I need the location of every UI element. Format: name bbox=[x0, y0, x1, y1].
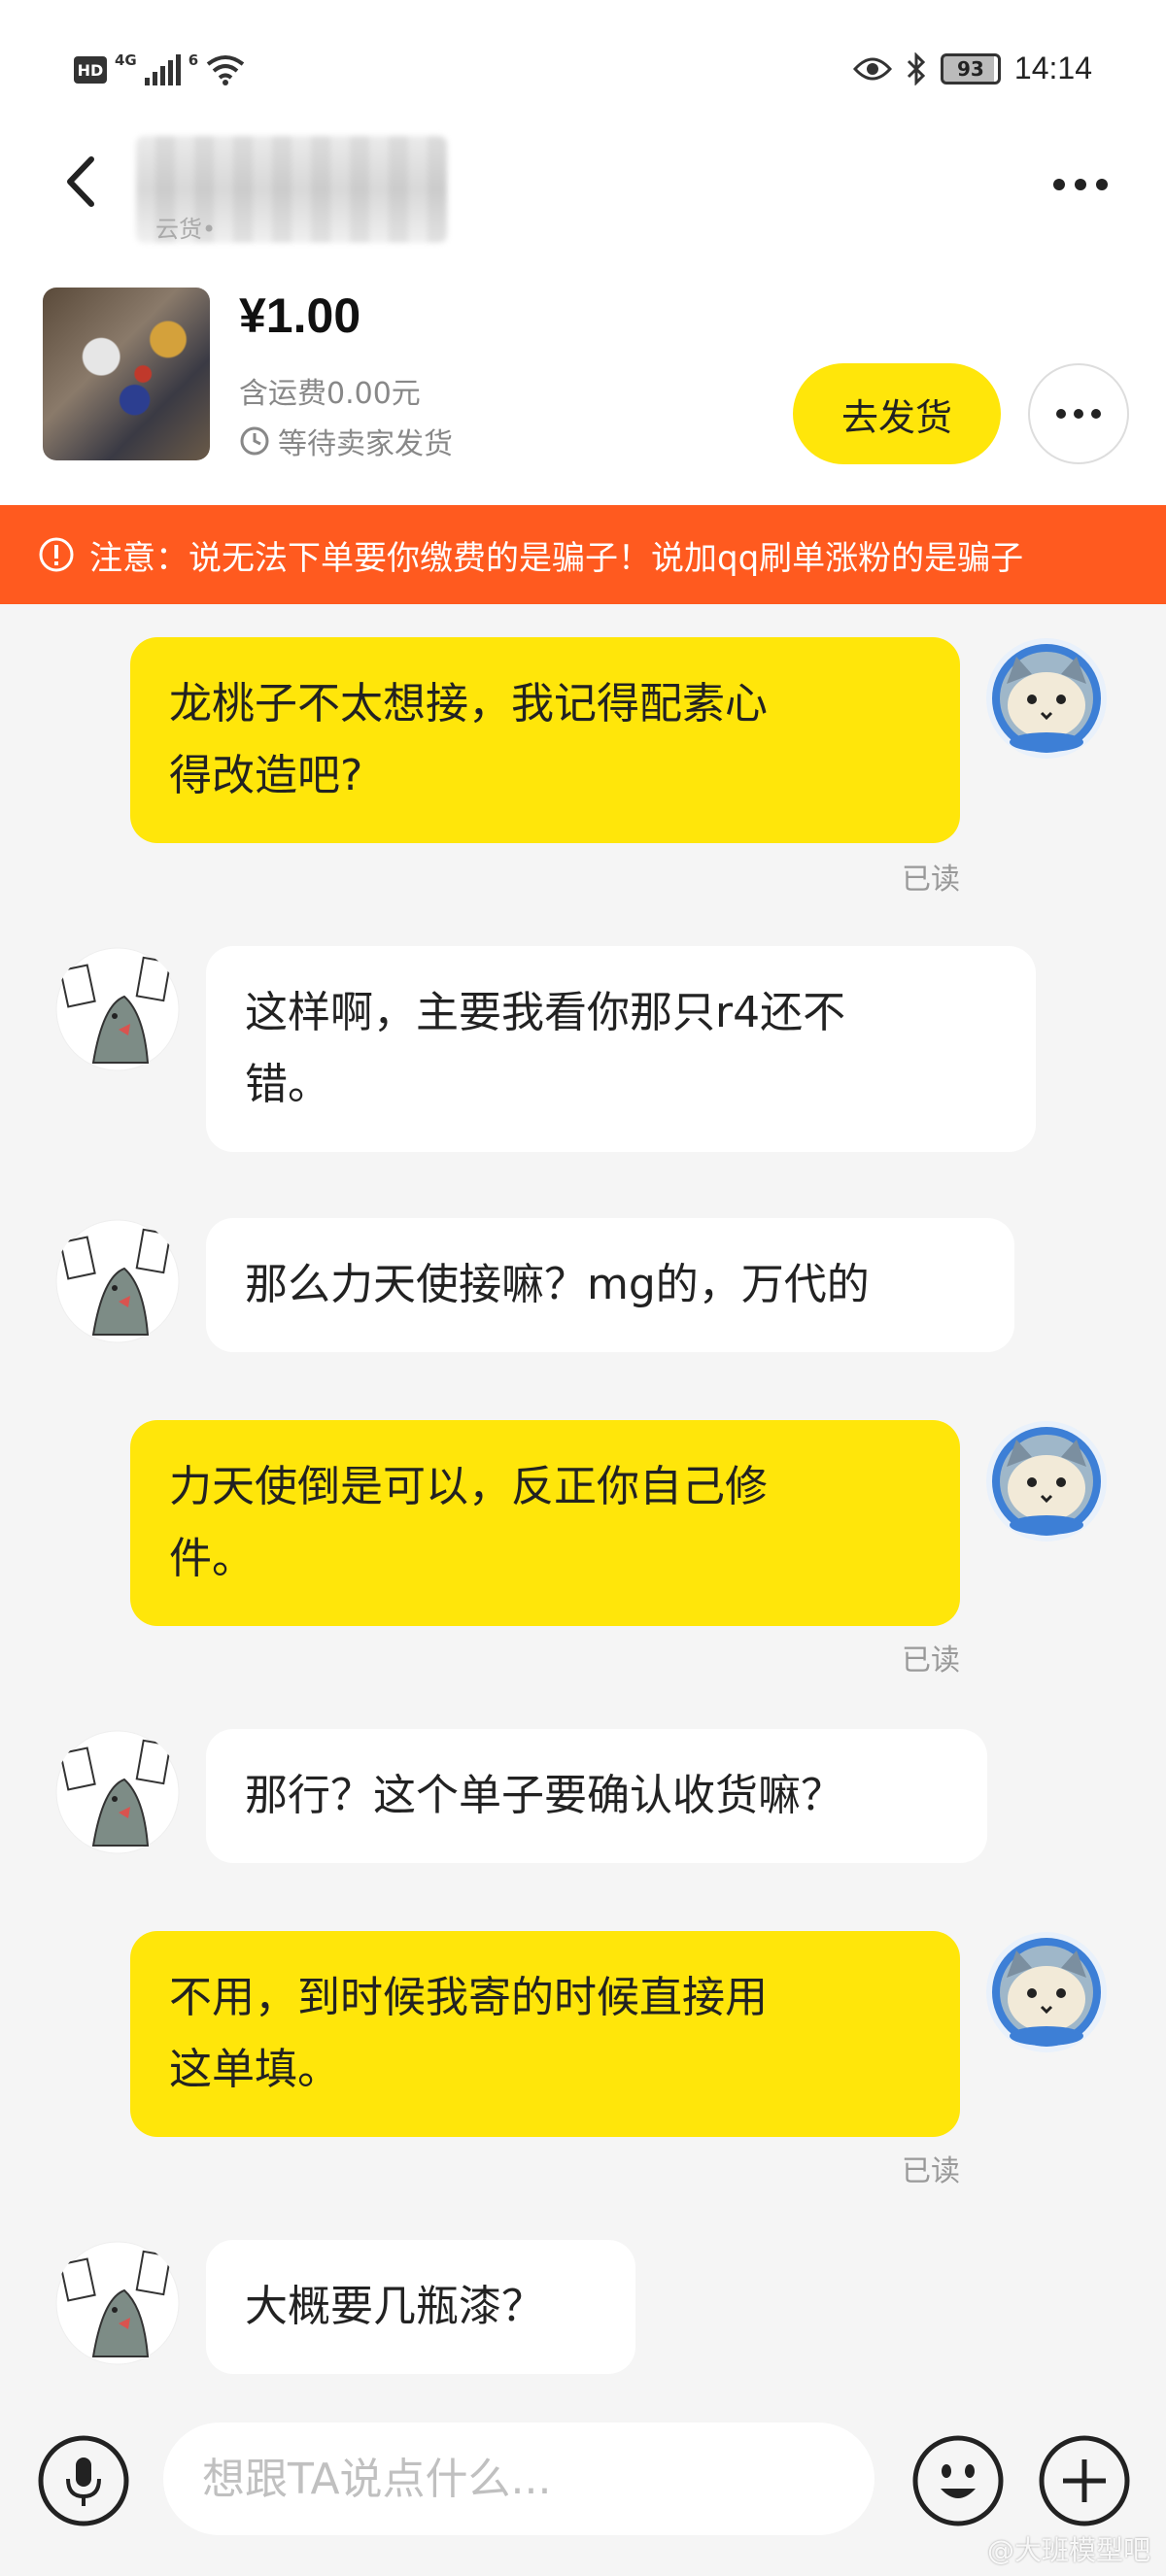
clock-time: 14:14 bbox=[1013, 51, 1092, 85]
warning-text: 注意：说无法下单要你缴费的是骗子！说加qq刷单涨粉的是骗子 bbox=[89, 538, 1024, 578]
shark-avatar-icon bbox=[55, 2241, 180, 2365]
more-horizontal-icon bbox=[1056, 409, 1066, 419]
plus-icon[interactable] bbox=[1038, 2434, 1131, 2527]
fraud-warning-banner[interactable]: 注意：说无法下单要你缴费的是骗子！说加qq刷单涨粉的是骗子 bbox=[0, 505, 1166, 604]
shark-avatar-icon bbox=[55, 1219, 180, 1343]
cat-avatar-icon bbox=[986, 638, 1107, 759]
product-price: ¥1.00 bbox=[239, 288, 361, 343]
incoming-message-bubble[interactable]: 大概要几瓶漆？ bbox=[206, 2240, 635, 2374]
chevron-left-icon[interactable] bbox=[54, 148, 113, 216]
read-receipt: 已读 bbox=[902, 2154, 960, 2188]
eye-icon bbox=[852, 57, 892, 80]
cat-avatar-icon bbox=[986, 1421, 1107, 1542]
my-avatar[interactable] bbox=[983, 635, 1110, 762]
contact-avatar[interactable] bbox=[54, 2240, 181, 2366]
status-left: HD 4G 6 bbox=[74, 51, 245, 85]
chat-header: 云货• ¥1.00 含运费0.00元 等待卖家发货 去发货 bbox=[0, 136, 1166, 505]
ship-button[interactable]: 去发货 bbox=[793, 363, 1001, 464]
hd-badge: HD bbox=[74, 56, 107, 84]
contact-avatar[interactable] bbox=[54, 1729, 181, 1855]
watermark: @大班模型吧 bbox=[986, 2534, 1150, 2566]
shark-avatar-icon bbox=[55, 947, 180, 1071]
read-receipt: 已读 bbox=[902, 1644, 960, 1678]
outgoing-message-bubble[interactable]: 不用，到时候我寄的时候直接用 这单填。 bbox=[130, 1931, 960, 2137]
message-input-bar: @大班模型吧 bbox=[0, 2397, 1166, 2576]
incoming-message-bubble[interactable]: 这样啊，主要我看你那只r4还不 错。 bbox=[206, 946, 1036, 1152]
outgoing-message-bubble[interactable]: 龙桃子不太想接，我记得配素心 得改造吧? bbox=[130, 637, 960, 843]
battery-indicator: 93 bbox=[940, 52, 1001, 85]
more-horizontal-icon bbox=[1053, 179, 1065, 190]
alert-circle-icon bbox=[39, 537, 74, 572]
network-label: 4G bbox=[115, 51, 137, 69]
microphone-icon[interactable] bbox=[37, 2434, 130, 2527]
contact-avatar[interactable] bbox=[54, 1218, 181, 1344]
incoming-message-bubble[interactable]: 那行？这个单子要确认收货嘛？ bbox=[206, 1729, 987, 1863]
contact-subtitle: 云货• bbox=[155, 216, 217, 243]
cat-avatar-icon bbox=[986, 1932, 1107, 2052]
signal-icon bbox=[144, 54, 181, 85]
status-bar: HD 4G 6 93 14:14 bbox=[0, 0, 1166, 136]
shipping-fee: 含运费0.00元 bbox=[239, 377, 421, 411]
contact-avatar[interactable] bbox=[54, 946, 181, 1072]
my-avatar[interactable] bbox=[983, 1929, 1110, 2055]
read-receipt: 已读 bbox=[902, 863, 960, 897]
my-avatar[interactable] bbox=[983, 1418, 1110, 1544]
product-more-button[interactable] bbox=[1028, 363, 1129, 464]
clock-icon bbox=[240, 426, 269, 456]
wifi-icon bbox=[206, 55, 245, 85]
order-status: 等待卖家发货 bbox=[239, 420, 453, 462]
outgoing-message-bubble[interactable]: 力天使倒是可以，反正你自己修 件。 bbox=[130, 1420, 960, 1626]
wifi-version-label: 6 bbox=[188, 51, 199, 69]
more-options-button[interactable] bbox=[1042, 155, 1119, 214]
shark-avatar-icon bbox=[55, 1730, 180, 1854]
status-right: 93 14:14 bbox=[852, 51, 1092, 86]
emoji-icon[interactable] bbox=[911, 2434, 1005, 2527]
product-thumbnail[interactable] bbox=[43, 288, 210, 460]
incoming-message-bubble[interactable]: 那么力天使接嘛？mg的，万代的 bbox=[206, 1218, 1014, 1352]
order-status-text: 等待卖家发货 bbox=[278, 427, 453, 461]
bluetooth-icon bbox=[907, 51, 926, 85]
message-input[interactable] bbox=[163, 2423, 874, 2535]
